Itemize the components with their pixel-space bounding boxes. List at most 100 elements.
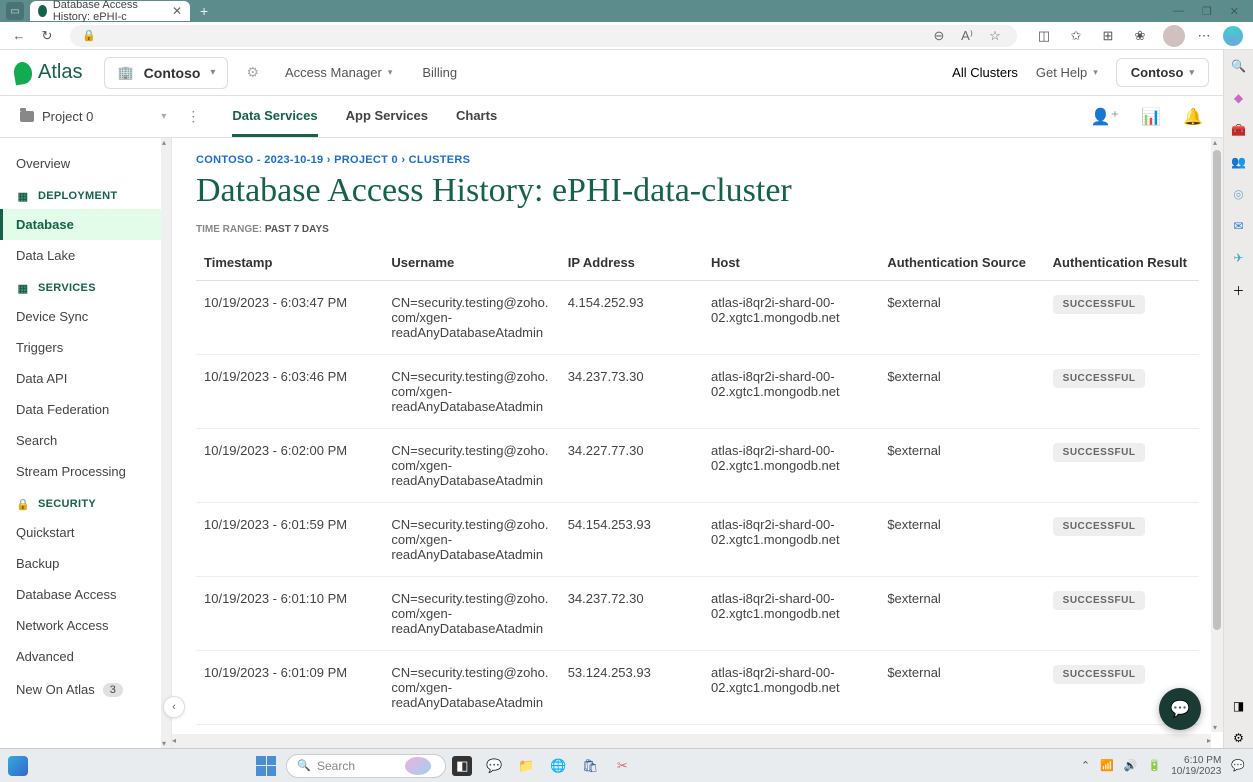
page-title: Database Access History: ePHI-data-clust… <box>196 172 1199 210</box>
tray-wifi-icon[interactable]: 📶 <box>1100 759 1114 772</box>
column-header[interactable]: Timestamp <box>196 245 383 281</box>
get-help-link[interactable]: Get Help ▾ <box>1036 65 1098 80</box>
sidebar-settings-icon[interactable]: ⚙ <box>1229 728 1249 748</box>
sidebar: Overview ▦DEPLOYMENTDatabaseData Lake▦SE… <box>0 138 172 748</box>
more-icon[interactable]: ⋯ <box>1195 27 1213 45</box>
new-tab-button[interactable]: + <box>200 3 208 19</box>
main-vertical-scrollbar[interactable] <box>1211 138 1223 732</box>
taskbar-search[interactable]: 🔍 Search <box>286 754 446 778</box>
favorites-bar-icon[interactable]: ✩ <box>1067 27 1085 45</box>
sidebar-item-advanced[interactable]: Advanced <box>0 641 171 672</box>
favorite-icon[interactable]: ☆ <box>985 26 1005 46</box>
back-icon[interactable]: ← <box>10 27 28 45</box>
sidebar-item-data-lake[interactable]: Data Lake <box>0 240 171 271</box>
bell-icon[interactable]: 🔔 <box>1183 107 1203 127</box>
cell-ip: 4.154.252.93 <box>560 281 703 355</box>
sidebar-item-device-sync[interactable]: Device Sync <box>0 301 171 332</box>
sidebar-add-icon[interactable]: ＋ <box>1229 280 1249 300</box>
zoom-icon[interactable]: ⊖ <box>929 26 949 46</box>
all-clusters-link[interactable]: All Clusters <box>952 65 1018 80</box>
org-picker[interactable]: 🏢 Contoso ▾ <box>104 57 228 89</box>
column-header[interactable]: Authentication Result <box>1045 245 1199 281</box>
cell-auth-source: $external <box>879 429 1044 503</box>
start-button[interactable] <box>256 756 276 776</box>
org-settings-icon[interactable]: ⚙ <box>246 64 259 81</box>
billing-link[interactable]: Billing <box>422 65 457 80</box>
edge-icon[interactable]: 🌐 <box>548 756 568 776</box>
column-header[interactable]: Authentication Source <box>879 245 1044 281</box>
sidebar-item-data-federation[interactable]: Data Federation <box>0 394 171 425</box>
sidebar-collapse-button[interactable]: ‹ <box>163 696 185 718</box>
window-minimize-icon[interactable]: — <box>1173 5 1184 17</box>
extensions-icon[interactable]: ⊞ <box>1099 27 1117 45</box>
invite-icon[interactable]: 👤⁺ <box>1091 107 1119 127</box>
tab-actions-icon[interactable]: ▭ <box>6 2 24 20</box>
sidebar-games-icon[interactable]: 👥 <box>1229 152 1249 172</box>
cell-username: CN=security.testing@zoho.com/xgen-readAn… <box>383 503 559 577</box>
sidebar-scrollbar[interactable] <box>161 138 171 748</box>
collections-icon[interactable]: ❀ <box>1131 27 1149 45</box>
sidebar-item-search[interactable]: Search <box>0 425 171 456</box>
taskview-icon[interactable]: ◧ <box>452 756 472 776</box>
store-icon[interactable]: 🛍 <box>580 756 600 776</box>
sidebar-item-database-access[interactable]: Database Access <box>0 579 171 610</box>
notifications-icon[interactable]: 💬 <box>1231 759 1245 772</box>
sidebar-tag-icon[interactable]: ◆ <box>1229 88 1249 108</box>
tray-chevron-icon[interactable]: ⌃ <box>1081 759 1090 772</box>
project-menu-icon[interactable]: ⋮ <box>182 108 204 125</box>
explorer-icon[interactable]: 📁 <box>516 756 536 776</box>
sidebar-item-network-access[interactable]: Network Access <box>0 610 171 641</box>
cell-auth-result: SUCCESSFUL <box>1045 281 1199 355</box>
cell-host: atlas-i8qr2i-shard-00-02.xgtc1.mongodb.n… <box>703 651 879 725</box>
sub-tab-charts[interactable]: Charts <box>456 96 497 137</box>
sidebar-item-quickstart[interactable]: Quickstart <box>0 517 171 548</box>
column-header[interactable]: Host <box>703 245 879 281</box>
sub-tab-data-services[interactable]: Data Services <box>232 96 317 137</box>
user-org-button[interactable]: Contoso ▾ <box>1116 58 1209 87</box>
activity-icon[interactable]: 📊 <box>1141 107 1161 127</box>
tray-volume-icon[interactable]: 🔊 <box>1124 759 1138 772</box>
window-maximize-icon[interactable]: ❐ <box>1202 5 1212 18</box>
sub-tab-app-services[interactable]: App Services <box>346 96 428 137</box>
teams-icon[interactable]: 💬 <box>484 756 504 776</box>
tray-battery-icon[interactable]: 🔋 <box>1148 759 1162 772</box>
column-header[interactable]: IP Address <box>560 245 703 281</box>
chat-fab[interactable]: 💬 <box>1159 688 1201 730</box>
read-aloud-icon[interactable]: A⁾ <box>957 26 977 46</box>
profile-avatar[interactable] <box>1163 25 1185 47</box>
cell-timestamp: 10/19/2023 - 6:01:10 PM <box>196 577 383 651</box>
system-clock[interactable]: 6:10 PM 10/19/2023 <box>1171 755 1221 777</box>
sidebar-office-icon[interactable]: ◎ <box>1229 184 1249 204</box>
sidebar-tools-icon[interactable]: 🧰 <box>1229 120 1249 140</box>
sidebar-item-stream-processing[interactable]: Stream Processing <box>0 456 171 487</box>
atlas-logo[interactable]: Atlas <box>14 61 82 84</box>
cell-timestamp: 10/19/2023 - 6:02:00 PM <box>196 429 383 503</box>
copilot-icon[interactable] <box>1223 26 1243 46</box>
column-header[interactable]: Username <box>383 245 559 281</box>
cell-ip: 34.237.73.30 <box>560 355 703 429</box>
sidebar-panel-icon[interactable]: ◨ <box>1229 696 1249 716</box>
breadcrumb[interactable]: CONTOSO - 2023-10-19 › PROJECT 0 › CLUST… <box>196 154 1199 166</box>
window-close-icon[interactable]: ✕ <box>1230 5 1239 18</box>
sidebar-new-on-atlas[interactable]: New On Atlas 3 <box>0 672 171 707</box>
sidebar-search-icon[interactable]: 🔍 <box>1229 56 1249 76</box>
widgets-icon[interactable] <box>8 756 28 776</box>
sidebar-item-data-api[interactable]: Data API <box>0 363 171 394</box>
sidebar-item-database[interactable]: Database <box>0 209 171 240</box>
sidebar-outlook-icon[interactable]: ✉ <box>1229 216 1249 236</box>
sidebar-item-backup[interactable]: Backup <box>0 548 171 579</box>
main-horizontal-scrollbar[interactable] <box>172 734 1211 748</box>
cell-timestamp: 10/19/2023 - 6:01:59 PM <box>196 503 383 577</box>
cell-ip: 34.237.72.30 <box>560 577 703 651</box>
browser-tab[interactable]: Database Access History: ePHI-c ✕ <box>30 1 190 21</box>
close-tab-icon[interactable]: ✕ <box>172 4 182 18</box>
address-bar[interactable]: 🔒 ⊖ A⁾ ☆ <box>70 25 1017 47</box>
sidebar-drop-icon[interactable]: ✈ <box>1229 248 1249 268</box>
sidebar-item-triggers[interactable]: Triggers <box>0 332 171 363</box>
refresh-icon[interactable]: ↻ <box>38 27 56 45</box>
snip-icon[interactable]: ✂ <box>612 756 632 776</box>
sidebar-overview[interactable]: Overview <box>0 148 171 179</box>
access-manager-link[interactable]: Access Manager ▾ <box>285 65 392 80</box>
split-icon[interactable]: ◫ <box>1035 27 1053 45</box>
project-picker[interactable]: Project 0 ▾ <box>14 105 172 128</box>
